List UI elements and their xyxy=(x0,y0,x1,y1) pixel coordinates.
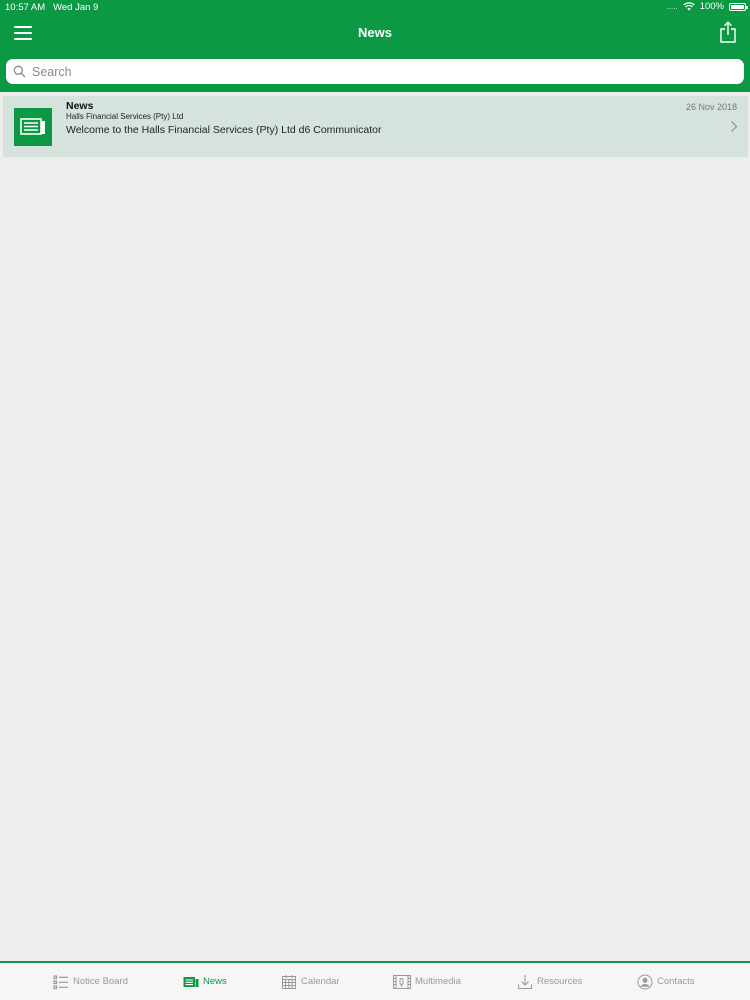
news-list: News Halls Financial Services (Pty) Ltd … xyxy=(3,96,748,157)
news-screen: 10:57 AM Wed Jan 9 ..... 100% News Searc… xyxy=(0,0,750,1000)
news-headline: Welcome to the Halls Financial Services … xyxy=(66,124,382,136)
search-input[interactable] xyxy=(32,64,722,79)
newspaper-icon xyxy=(183,976,199,987)
page-title: News xyxy=(358,25,392,40)
status-date: Wed Jan 9 xyxy=(53,2,99,13)
search-bar[interactable] xyxy=(6,59,744,84)
tab-bar: Notice Board News Calendar Multimedia Re… xyxy=(0,961,750,1000)
app-header: 10:57 AM Wed Jan 9 ..... 100% News xyxy=(0,0,750,92)
list-icon xyxy=(53,974,68,989)
news-list-item[interactable]: News Halls Financial Services (Pty) Ltd … xyxy=(3,96,748,157)
tab-label: Resources xyxy=(537,976,583,987)
wifi-icon xyxy=(683,2,695,11)
status-indicators: ..... 100% xyxy=(666,1,748,12)
tab-label: Contacts xyxy=(657,976,695,987)
newspaper-icon xyxy=(14,108,52,146)
tab-label: Calendar xyxy=(301,976,340,987)
battery-percent: 100% xyxy=(699,1,724,12)
signal-icon: ..... xyxy=(666,2,678,11)
news-organization: Halls Financial Services (Pty) Ltd xyxy=(66,112,184,121)
tab-notice-board[interactable]: Notice Board xyxy=(53,963,128,1000)
news-category: News xyxy=(66,100,94,112)
search-icon xyxy=(13,65,26,78)
navigation-bar: News xyxy=(0,16,750,52)
news-date: 26 Nov 2018 xyxy=(685,102,737,112)
tab-calendar[interactable]: Calendar xyxy=(281,963,340,1000)
tab-resources[interactable]: Resources xyxy=(517,963,582,1000)
tab-label: Notice Board xyxy=(73,976,128,987)
tab-label: Multimedia xyxy=(415,976,461,987)
chevron-right-icon xyxy=(731,121,738,132)
share-icon[interactable] xyxy=(719,21,737,43)
multimedia-icon xyxy=(393,974,411,989)
status-bar: 10:57 AM Wed Jan 9 ..... 100% xyxy=(0,0,750,16)
battery-icon xyxy=(729,2,748,11)
tab-contacts[interactable]: Contacts xyxy=(637,963,695,1000)
status-time-value: 10:57 AM xyxy=(5,2,46,13)
tab-label: News xyxy=(203,976,227,987)
calendar-icon xyxy=(282,974,296,989)
contact-icon xyxy=(637,974,653,989)
tab-multimedia[interactable]: Multimedia xyxy=(393,963,461,1000)
tab-news[interactable]: News xyxy=(183,963,227,1000)
status-time: 10:57 AM Wed Jan 9 xyxy=(5,2,98,13)
download-icon xyxy=(517,974,533,989)
